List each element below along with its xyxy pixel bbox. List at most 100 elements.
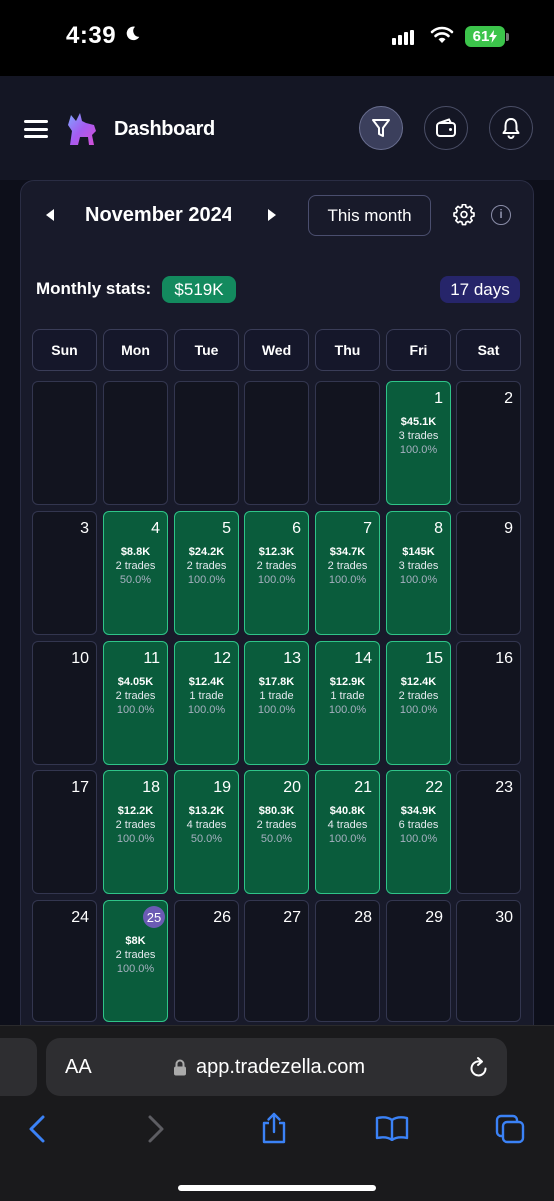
calendar-day-cell[interactable]: 18 $12.2K 2 trades 100.0% xyxy=(103,770,168,894)
reader-settings-button[interactable]: AA xyxy=(65,1056,92,1079)
status-time: 4:39 xyxy=(66,22,117,49)
calendar-day-cell[interactable]: 24 xyxy=(32,900,97,1022)
calendar-day-cell[interactable]: 4 $8.8K 2 trades 50.0% xyxy=(103,511,168,635)
calendar-day-cell[interactable]: 7 $34.7K 2 trades 100.0% xyxy=(315,511,380,635)
calendar-day-cell[interactable]: 10 xyxy=(32,641,97,765)
previous-tab-pill[interactable] xyxy=(0,1038,37,1096)
this-month-button[interactable]: This month xyxy=(308,195,431,236)
weekday-header: Sat xyxy=(456,329,521,371)
calendar-day-cell[interactable]: 15 $12.4K 2 trades 100.0% xyxy=(386,641,451,765)
day-trade-count: 3 trades xyxy=(398,430,439,442)
day-trade-count: 1 trade xyxy=(259,690,294,702)
day-pnl: $8.8K xyxy=(120,546,151,558)
calendar-day-cell[interactable]: 11 $4.05K 2 trades 100.0% xyxy=(103,641,168,765)
calendar-day-cell[interactable]: 25 $8K 2 trades 100.0% xyxy=(103,900,168,1022)
day-number: 27 xyxy=(283,909,301,926)
day-trade-count: 1 trade xyxy=(189,690,224,702)
calendar-day-cell[interactable]: 12 $12.4K 1 trade 100.0% xyxy=(174,641,239,765)
battery-indicator: 61 xyxy=(465,26,505,47)
calendar-day-cell[interactable]: 1 $45.1K 3 trades 100.0% xyxy=(386,381,451,505)
calendar-day-cell[interactable]: 17 xyxy=(32,770,97,894)
day-number: 16 xyxy=(495,650,513,667)
calendar-day-cell[interactable]: 26 xyxy=(174,900,239,1022)
day-trade-count: 3 trades xyxy=(398,560,439,572)
day-win-rate: 100.0% xyxy=(187,574,226,586)
calendar-day-cell[interactable]: 13 $17.8K 1 trade 100.0% xyxy=(244,641,309,765)
calendar-day-cell[interactable]: 20 $80.3K 2 trades 50.0% xyxy=(244,770,309,894)
calendar-empty-cell xyxy=(103,381,168,505)
day-win-rate: 100.0% xyxy=(328,574,367,586)
info-icon[interactable]: i xyxy=(491,205,511,225)
monthly-pnl-badge: $519K xyxy=(162,276,236,303)
day-pnl: $34.9K xyxy=(400,805,437,817)
calendar-day-cell[interactable]: 6 $12.3K 2 trades 100.0% xyxy=(244,511,309,635)
previous-month-icon[interactable] xyxy=(46,209,54,221)
calendar-day-cell[interactable]: 3 xyxy=(32,511,97,635)
day-number: 17 xyxy=(71,779,89,796)
day-trade-count: 2 trades xyxy=(327,560,368,572)
day-pnl: $12.9K xyxy=(329,676,366,688)
calendar-day-cell[interactable]: 21 $40.8K 4 trades 100.0% xyxy=(315,770,380,894)
day-pnl: $34.7K xyxy=(329,546,366,558)
wallet-icon xyxy=(436,118,456,137)
next-month-icon[interactable] xyxy=(268,209,276,221)
page-title: Dashboard xyxy=(114,118,215,140)
calendar-day-cell[interactable]: 8 $145K 3 trades 100.0% xyxy=(386,511,451,635)
day-win-rate: 100.0% xyxy=(257,574,296,586)
calendar-day-cell[interactable]: 23 xyxy=(456,770,521,894)
calendar-day-cell[interactable]: 5 $24.2K 2 trades 100.0% xyxy=(174,511,239,635)
forward-icon[interactable] xyxy=(147,1114,165,1144)
day-trade-count: 2 trades xyxy=(186,560,227,572)
day-pnl: $17.8K xyxy=(258,676,295,688)
calendar-day-cell[interactable]: 30 xyxy=(456,900,521,1022)
day-trade-count: 4 trades xyxy=(186,819,227,831)
home-indicator xyxy=(178,1185,376,1191)
day-pnl: $12.4K xyxy=(188,676,225,688)
calendar-day-cell[interactable]: 28 xyxy=(315,900,380,1022)
calendar-day-cell[interactable]: 14 $12.9K 1 trade 100.0% xyxy=(315,641,380,765)
day-trade-count: 2 trades xyxy=(256,560,297,572)
day-pnl: $80.3K xyxy=(258,805,295,817)
calendar-month-title: November 2024 xyxy=(85,204,231,226)
bookmarks-icon[interactable] xyxy=(375,1115,409,1141)
calendar-empty-cell xyxy=(174,381,239,505)
calendar-day-cell[interactable]: 29 xyxy=(386,900,451,1022)
day-win-rate: 100.0% xyxy=(399,444,438,456)
day-win-rate: 50.0% xyxy=(190,833,223,845)
day-win-rate: 100.0% xyxy=(399,833,438,845)
weekday-header: Tue xyxy=(174,329,239,371)
share-icon[interactable] xyxy=(260,1112,288,1144)
battery-tip xyxy=(506,33,509,41)
day-trade-count: 2 trades xyxy=(398,690,439,702)
calendar-day-cell[interactable]: 16 xyxy=(456,641,521,765)
day-number: 9 xyxy=(504,520,513,537)
menu-icon[interactable] xyxy=(24,120,48,138)
day-number: 1 xyxy=(434,390,443,407)
tabs-icon[interactable] xyxy=(495,1114,525,1144)
day-win-rate: 100.0% xyxy=(328,833,367,845)
day-number: 15 xyxy=(425,650,443,667)
day-trade-count: 2 trades xyxy=(115,819,156,831)
url-text: app.tradezella.com xyxy=(196,1056,365,1078)
back-icon[interactable] xyxy=(28,1114,46,1144)
charging-bolt-icon xyxy=(489,30,498,43)
filter-button[interactable] xyxy=(359,106,403,150)
day-number: 4 xyxy=(151,520,160,537)
reload-icon[interactable] xyxy=(468,1056,490,1080)
day-win-rate: 100.0% xyxy=(257,704,296,716)
calendar-day-cell[interactable]: 19 $13.2K 4 trades 50.0% xyxy=(174,770,239,894)
weekday-header: Mon xyxy=(103,329,168,371)
calendar-day-cell[interactable]: 27 xyxy=(244,900,309,1022)
calendar-day-cell[interactable]: 22 $34.9K 6 trades 100.0% xyxy=(386,770,451,894)
monthly-stats-label: Monthly stats: xyxy=(36,279,152,298)
day-number: 26 xyxy=(213,909,231,926)
gear-icon[interactable] xyxy=(453,204,475,226)
calendar-day-cell[interactable]: 9 xyxy=(456,511,521,635)
day-number: 28 xyxy=(354,909,372,926)
day-trade-count: 2 trades xyxy=(115,690,156,702)
calendar-day-cell[interactable]: 2 xyxy=(456,381,521,505)
tradezella-logo xyxy=(68,113,96,145)
notifications-button[interactable] xyxy=(489,106,533,150)
day-number: 6 xyxy=(292,520,301,537)
wallet-button[interactable] xyxy=(424,106,468,150)
